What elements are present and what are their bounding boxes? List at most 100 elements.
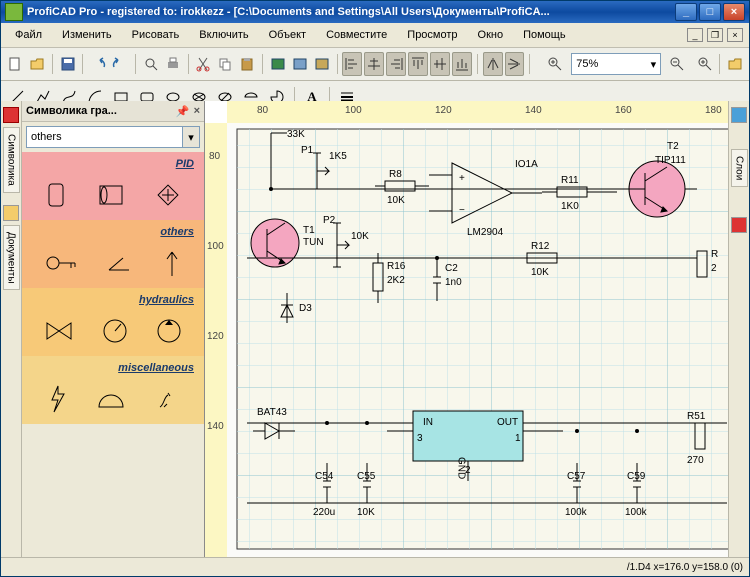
svg-text:TUN: TUN: [303, 237, 324, 248]
folder-icon[interactable]: [3, 205, 19, 221]
symbol-flash-icon[interactable]: [44, 384, 68, 414]
svg-text:P1: P1: [301, 145, 314, 156]
svg-text:C2: C2: [445, 263, 458, 274]
menu-draw[interactable]: Рисовать: [124, 27, 188, 43]
image1-button[interactable]: [268, 52, 288, 76]
menu-file[interactable]: Файл: [7, 27, 50, 43]
mdi-minimize-icon[interactable]: _: [687, 28, 703, 42]
svg-text:C59: C59: [627, 471, 646, 482]
drawing-canvas[interactable]: 33K P1 1K5 R8 10K + − IO1A LM2904: [227, 123, 728, 558]
paste-button[interactable]: [237, 52, 257, 76]
mdi-restore-icon[interactable]: ❐: [707, 28, 723, 42]
category-others[interactable]: others: [22, 220, 204, 288]
symbol-key-icon[interactable]: [44, 250, 78, 276]
title-bar: ProfiCAD Pro - registered to: irokkezz -…: [1, 1, 749, 23]
open-button[interactable]: [27, 52, 47, 76]
symbol-valve-icon[interactable]: [43, 319, 75, 343]
symbol-arrow-up-icon[interactable]: [162, 248, 182, 278]
svg-text:R11: R11: [561, 175, 579, 186]
window-title: ProfiCAD Pro - registered to: irokkezz -…: [27, 6, 675, 18]
svg-text:1: 1: [515, 433, 521, 444]
image2-button[interactable]: [290, 52, 310, 76]
minimize-button[interactable]: _: [675, 3, 697, 21]
copy-button[interactable]: [215, 52, 235, 76]
tab-layers[interactable]: Слои: [731, 149, 748, 187]
menu-view[interactable]: Просмотр: [399, 27, 465, 43]
category-hydraulics[interactable]: hydraulics: [22, 288, 204, 356]
flip-v-button[interactable]: [505, 52, 525, 76]
svg-text:1K0: 1K0: [561, 201, 579, 212]
redo-button[interactable]: [110, 52, 130, 76]
menu-window[interactable]: Окно: [470, 27, 512, 43]
flip-h-button[interactable]: [483, 52, 503, 76]
zoom-in-button[interactable]: [693, 52, 717, 76]
close-button[interactable]: ×: [723, 3, 745, 21]
vertical-ruler: 80 100 120 140: [205, 123, 228, 558]
zoom-select[interactable]: 75%▾: [571, 53, 661, 75]
symbol-vessel-icon[interactable]: [43, 180, 69, 210]
svg-text:T2: T2: [667, 141, 679, 152]
menu-insert[interactable]: Включить: [191, 27, 256, 43]
svg-text:C57: C57: [567, 471, 586, 482]
align-center-h-button[interactable]: [364, 52, 384, 76]
menu-align[interactable]: Совместите: [318, 27, 395, 43]
new-button[interactable]: [5, 52, 25, 76]
dropdown-icon[interactable]: ▾: [183, 126, 200, 148]
svg-text:270: 270: [687, 455, 704, 466]
save-button[interactable]: [58, 52, 78, 76]
svg-text:100k: 100k: [565, 507, 588, 518]
align-right-button[interactable]: [386, 52, 406, 76]
svg-text:R8: R8: [389, 169, 402, 180]
undo-button[interactable]: [88, 52, 108, 76]
svg-text:2: 2: [711, 263, 717, 274]
svg-text:100k: 100k: [625, 507, 648, 518]
svg-text:C55: C55: [357, 471, 376, 482]
svg-text:10K: 10K: [351, 231, 369, 242]
tab-symbols[interactable]: Символика: [3, 127, 20, 193]
svg-text:R12: R12: [531, 241, 550, 252]
menu-edit[interactable]: Изменить: [54, 27, 120, 43]
panel-title: Символика гра...: [26, 105, 117, 117]
align-left-button[interactable]: [342, 52, 362, 76]
align-bottom-button[interactable]: [452, 52, 472, 76]
panel-close-icon[interactable]: ×: [194, 105, 200, 118]
symbol-gauge-icon[interactable]: [101, 317, 129, 345]
svg-text:R: R: [711, 249, 718, 260]
align-middle-button[interactable]: [430, 52, 450, 76]
maximize-button[interactable]: □: [699, 3, 721, 21]
svg-text:−: −: [459, 205, 465, 216]
folder-button[interactable]: [725, 52, 745, 76]
pin-icon[interactable]: 📌: [176, 105, 190, 118]
mdi-close-icon[interactable]: ×: [727, 28, 743, 42]
right-tab-strip: Слои: [728, 101, 749, 558]
heart2-icon[interactable]: [731, 217, 747, 233]
menu-help[interactable]: Помощь: [515, 27, 574, 43]
svg-text:1K5: 1K5: [329, 151, 347, 162]
category-select[interactable]: [26, 126, 183, 148]
svg-text:P2: P2: [323, 215, 336, 226]
symbol-angle-icon[interactable]: [105, 252, 135, 274]
svg-text:C54: C54: [315, 471, 334, 482]
symbol-pump-icon[interactable]: [155, 317, 183, 345]
category-pid[interactable]: PID: [22, 152, 204, 220]
cut-button[interactable]: [193, 52, 213, 76]
category-miscellaneous[interactable]: miscellaneous: [22, 356, 204, 424]
status-bar: /1.D4 x=176.0 y=158.0 (0): [1, 557, 749, 576]
align-top-button[interactable]: [408, 52, 428, 76]
svg-text:+: +: [459, 173, 465, 184]
symbol-diamond-icon[interactable]: [153, 180, 183, 210]
zoom-button[interactable]: [543, 52, 567, 76]
zoom-out-button[interactable]: [665, 52, 689, 76]
symbol-tank-icon[interactable]: [96, 180, 126, 210]
symbol-spark-icon[interactable]: [154, 385, 182, 413]
svg-text:R16: R16: [387, 261, 406, 272]
menu-object[interactable]: Объект: [261, 27, 314, 43]
image3-button[interactable]: [312, 52, 332, 76]
heart-icon[interactable]: [3, 107, 19, 123]
print-preview-button[interactable]: [141, 52, 161, 76]
layers-icon[interactable]: [731, 107, 747, 123]
symbol-dome-icon[interactable]: [95, 387, 127, 411]
tab-documents[interactable]: Документы: [3, 225, 20, 291]
svg-text:R51: R51: [687, 411, 706, 422]
print-button[interactable]: [163, 52, 183, 76]
